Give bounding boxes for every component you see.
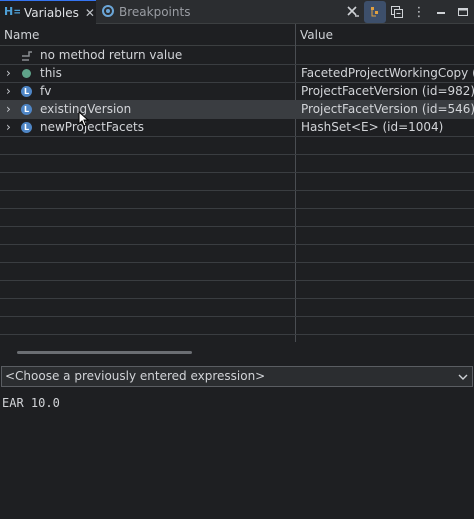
column-header-name[interactable]: Name — [0, 24, 295, 46]
variable-name: this — [40, 66, 62, 80]
empty-row — [0, 137, 474, 155]
table-row[interactable]: › this FacetedProjectWorkingCopy (id= — [0, 65, 474, 83]
empty-row — [0, 155, 474, 173]
table-row[interactable]: no method return value — [0, 47, 474, 65]
chevron-right-icon[interactable]: › — [6, 65, 11, 82]
field-dot-icon — [22, 69, 31, 78]
variable-value: ProjectFacetVersion (id=546) — [301, 102, 474, 116]
empty-row — [0, 209, 474, 227]
breakpoints-icon — [101, 4, 115, 21]
variable-name: no method return value — [40, 48, 183, 62]
tab-variables-label: Variables — [24, 5, 79, 20]
column-header-value[interactable]: Value — [296, 24, 474, 46]
view-menu-icon[interactable]: ⋮ — [408, 1, 430, 23]
collapse-all-icon[interactable] — [386, 1, 408, 23]
empty-row — [0, 335, 474, 342]
empty-row — [0, 245, 474, 263]
show-type-names-icon[interactable] — [364, 1, 386, 23]
local-variable-icon: L — [21, 86, 32, 97]
detail-pane[interactable]: EAR 10.0 — [0, 388, 474, 519]
minimize-icon[interactable] — [430, 1, 452, 23]
variables-table: no method return value › this FacetedPro… — [0, 47, 474, 342]
chevron-right-icon[interactable]: › — [6, 119, 11, 136]
tab-variables[interactable]: H= Variables ✕ — [0, 0, 96, 24]
detail-text[interactable]: EAR 10.0 — [2, 396, 60, 410]
close-icon[interactable]: ✕ — [85, 6, 95, 20]
chevron-right-icon[interactable]: › — [6, 101, 11, 118]
empty-row — [0, 299, 474, 317]
variables-table-header: Name Value — [0, 24, 474, 46]
tab-breakpoints-label: Breakpoints — [119, 5, 191, 19]
empty-row — [0, 263, 474, 281]
chevron-down-icon[interactable] — [458, 367, 468, 389]
local-variable-icon: L — [21, 122, 32, 133]
table-row-selected[interactable]: › L existingVersion ProjectFacetVersion … — [0, 101, 474, 119]
empty-row — [0, 227, 474, 245]
maximize-icon[interactable] — [452, 1, 474, 23]
horizontal-scrollbar[interactable] — [0, 342, 474, 363]
variable-name: fv — [40, 84, 52, 98]
variable-value: ProjectFacetVersion (id=982) — [301, 84, 474, 98]
view-tab-bar: H= Variables ✕ Breakpoints ⋮ — [0, 0, 474, 24]
expression-combo-text: <Choose a previously entered expression> — [5, 369, 266, 383]
chevron-right-icon[interactable]: › — [6, 83, 11, 100]
empty-row — [0, 173, 474, 191]
local-variable-icon: L — [21, 104, 32, 115]
mouse-cursor-icon — [78, 110, 90, 127]
empty-row — [0, 191, 474, 209]
view-toolbar: ⋮ — [342, 0, 474, 24]
svg-text:H=: H= — [4, 5, 20, 17]
remove-all-icon[interactable] — [342, 1, 364, 23]
variable-value: FacetedProjectWorkingCopy (id= — [301, 66, 474, 80]
variables-icon: H= — [4, 5, 22, 20]
scrollbar-thumb[interactable] — [17, 351, 192, 354]
variable-name: newProjectFacets — [40, 120, 144, 134]
variable-value — [296, 47, 474, 64]
empty-row — [0, 317, 474, 335]
tab-breakpoints[interactable]: Breakpoints — [97, 0, 191, 24]
table-row[interactable]: › L newProjectFacets HashSet<E> (id=1004… — [0, 119, 474, 137]
empty-row — [0, 281, 474, 299]
method-return-icon — [20, 47, 34, 64]
expression-combo[interactable]: <Choose a previously entered expression> — [1, 366, 473, 387]
table-row[interactable]: › L fv ProjectFacetVersion (id=982) — [0, 83, 474, 101]
variable-value: HashSet<E> (id=1004) — [301, 120, 444, 134]
